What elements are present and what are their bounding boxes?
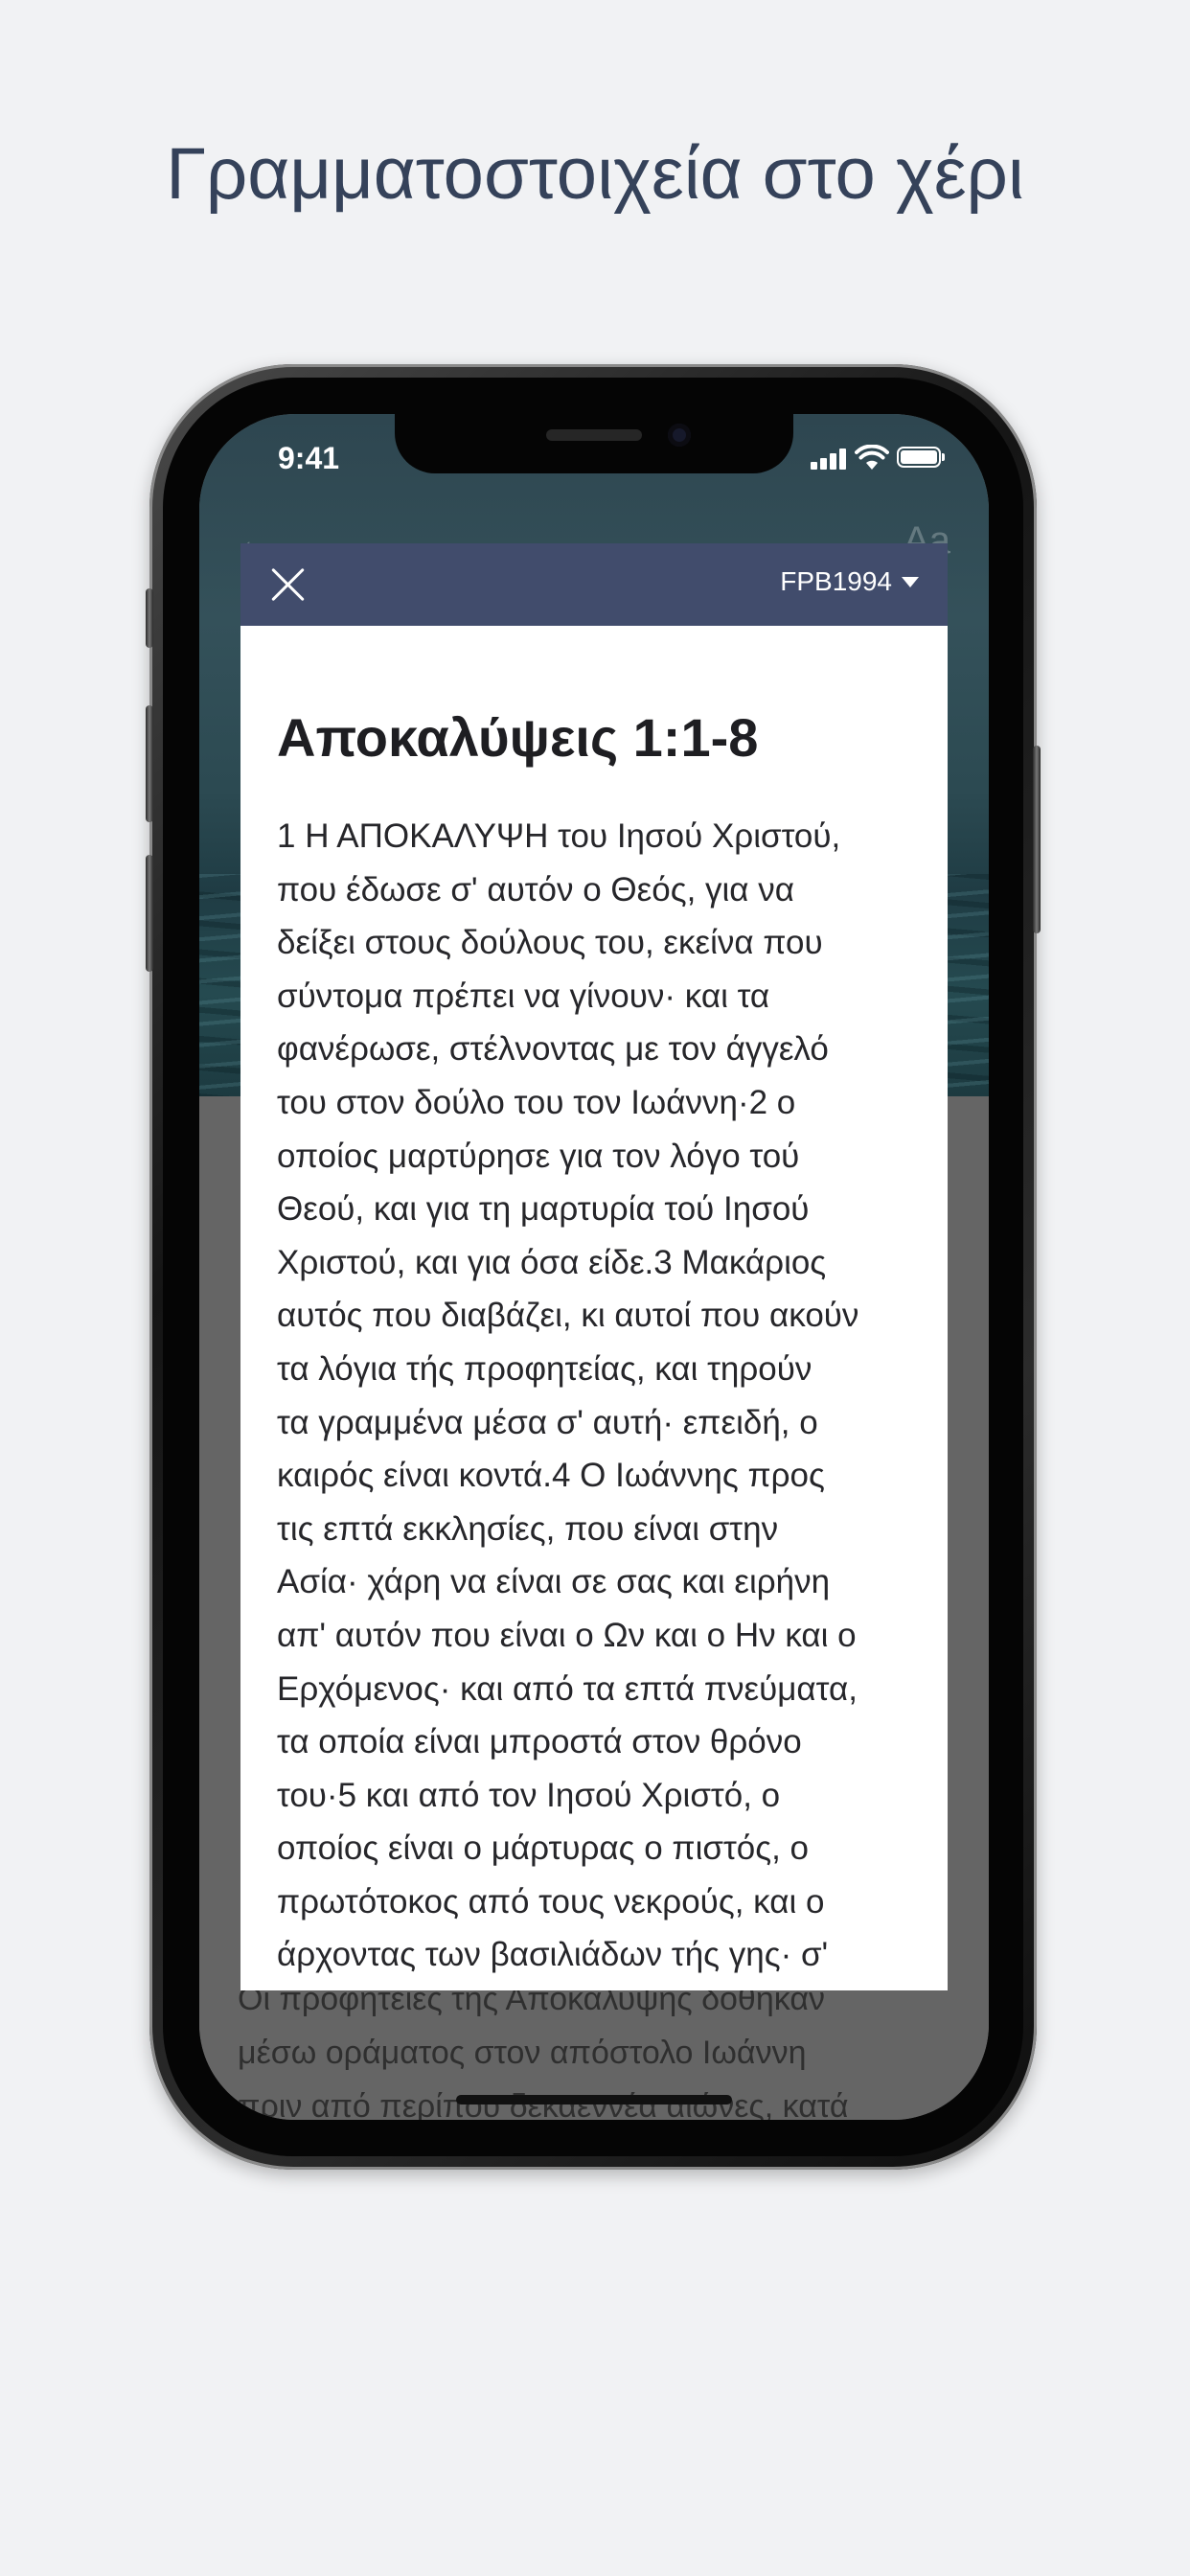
passage-line: τις επτά εκκλησίες, που είναι στην bbox=[277, 1509, 779, 1548]
close-icon[interactable] bbox=[265, 563, 309, 607]
passage-line: αυτός που διαβάζει, κι αυτοί που ακούν bbox=[277, 1297, 859, 1335]
status-time: 9:41 bbox=[278, 441, 340, 475]
passage-line: τα λόγια τής προφητείας, και τηρούν bbox=[277, 1349, 812, 1388]
passage-line: Θεού, και για τη μαρτυρία τού Ιησού bbox=[277, 1190, 810, 1229]
passage-line: άρχοντας των βασιλιάδων τής γης· σ' bbox=[277, 1936, 829, 1974]
passage-line: του στον δούλο του τον Ιωάννη·2 ο bbox=[277, 1083, 796, 1121]
modal-header: FPB1994 bbox=[240, 543, 948, 626]
passage-line: Ασία· χάρη να είναι σε σας και ειρήνη bbox=[277, 1563, 831, 1601]
passage-line: 1 Η ΑΠΟΚΑΛΥΨΗ του Ιησού Χριστού, bbox=[277, 817, 841, 855]
passage-text: 1 Η ΑΠΟΚΑΛΥΨΗ του Ιησού Χριστού, που έδω… bbox=[277, 810, 938, 1982]
home-indicator bbox=[456, 2095, 732, 2104]
passage-line: απ' αυτόν που είναι ο Ων και ο Ην και ο bbox=[277, 1616, 857, 1654]
power-button bbox=[1033, 746, 1041, 933]
passage-line: σύντομα πρέπει να γίνουν· και τα bbox=[277, 977, 770, 1015]
passage-line: φανέρωσε, στέλνοντας με τον άγγελό bbox=[277, 1030, 829, 1069]
passage-modal: FPB1994 Αποκαλύψεις 1:1-8 1 Η ΑΠΟΚΑΛΥΨΗ … bbox=[240, 543, 948, 1990]
passage-line: Χριστού, και για όσα είδε.3 Μακάριος bbox=[277, 1243, 827, 1281]
notch bbox=[395, 414, 793, 473]
passage-line: του·5 και από τον Ιησού Χριστό, ο bbox=[277, 1776, 781, 1814]
silent-switch bbox=[146, 588, 153, 648]
bible-version-dropdown[interactable]: FPB1994 bbox=[780, 566, 919, 597]
volume-down-button bbox=[146, 855, 153, 972]
earpiece-speaker bbox=[546, 429, 642, 441]
phone-screen: ← Aa Οι προφητείες της Αποκάλυψης δόθηκα… bbox=[199, 414, 989, 2120]
passage-line: Ερχόμενος· και από τα επτά πνεύματα, bbox=[277, 1669, 858, 1708]
front-camera bbox=[668, 424, 691, 447]
wifi-icon bbox=[855, 445, 889, 470]
passage-line: που έδωσε σ' αυτόν ο Θεός, για να bbox=[277, 870, 794, 908]
passage-line: οποίος μαρτύρησε για τον λόγο τού bbox=[277, 1137, 800, 1175]
background-text-line: μέσω οράματος στον απόστολο Ιωάννη bbox=[238, 2035, 807, 2071]
caret-down-icon bbox=[902, 576, 919, 587]
status-bar: 9:41 bbox=[199, 414, 989, 519]
passage-title: Αποκαλύψεις 1:1-8 bbox=[277, 707, 759, 768]
passage-line: τα γραμμένα μέσα σ' αυτή· επειδή, ο bbox=[277, 1403, 818, 1441]
cellular-signal-icon bbox=[811, 448, 849, 470]
passage-line: πρωτότοκος από τους νεκρούς, και ο bbox=[277, 1882, 825, 1920]
passage-line: οποίος είναι ο μάρτυρας ο πιστός, ο bbox=[277, 1829, 810, 1868]
passage-line: δείξει στους δούλους του, εκείνα που bbox=[277, 924, 823, 962]
battery-icon bbox=[897, 447, 945, 468]
passage-line: τα οποία είναι μπροστά στον θρόνο bbox=[277, 1723, 802, 1761]
passage-line: καιρός είναι κοντά.4 Ο Ιωάννης προς bbox=[277, 1457, 825, 1495]
volume-up-button bbox=[146, 705, 153, 822]
bible-version-label: FPB1994 bbox=[780, 566, 892, 596]
promo-headline: Γραμματοστοιχεία στο χέρι bbox=[166, 133, 1024, 215]
